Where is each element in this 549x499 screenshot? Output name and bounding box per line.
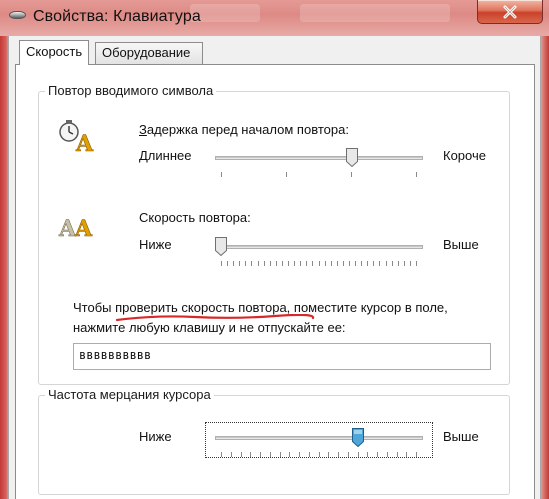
slider-tick bbox=[377, 452, 378, 457]
slider-tick bbox=[280, 452, 281, 457]
rate-max-label: Выше bbox=[443, 237, 479, 252]
slider-tick bbox=[231, 452, 232, 457]
blink-slider-ticks bbox=[221, 452, 417, 458]
test-hint-line2: нажмите любую клавишу и не отпускайте ее… bbox=[73, 320, 346, 335]
slider-tick bbox=[245, 261, 246, 266]
blink-slider-thumb[interactable] bbox=[352, 428, 365, 448]
clock-letter-icon: A bbox=[57, 118, 97, 157]
close-button[interactable] bbox=[477, 0, 543, 24]
slider-tick bbox=[406, 452, 407, 457]
slider-tick bbox=[319, 261, 320, 266]
slider-tick bbox=[299, 452, 300, 457]
title-bar: Свойства: Клавиатура bbox=[0, 0, 549, 36]
test-hint-line1: Чтобы проверить скорость повтора, помест… bbox=[73, 300, 448, 315]
slider-tick bbox=[270, 452, 271, 457]
slider-tick bbox=[282, 261, 283, 266]
slider-tick bbox=[397, 452, 398, 457]
slider-tick bbox=[241, 452, 242, 457]
slider-tick bbox=[379, 261, 380, 266]
rate-slider-track[interactable] bbox=[215, 245, 423, 249]
rate-label: Скорость повтора: bbox=[139, 210, 251, 225]
slider-tick bbox=[325, 261, 326, 266]
slider-tick bbox=[286, 172, 287, 177]
delay-label: Задержка перед началом повтора: bbox=[139, 122, 349, 137]
slider-tick bbox=[306, 261, 307, 266]
slider-tick bbox=[392, 261, 393, 266]
slider-tick bbox=[331, 261, 332, 266]
slider-tick bbox=[221, 261, 222, 266]
slider-tick bbox=[309, 452, 310, 457]
slider-tick bbox=[233, 261, 234, 266]
slider-tick bbox=[343, 261, 344, 266]
blink-slider-track[interactable] bbox=[215, 436, 423, 440]
window-title: Свойства: Клавиатура bbox=[33, 8, 201, 25]
slider-tick bbox=[373, 261, 374, 266]
slider-tick bbox=[227, 261, 228, 266]
tab-speed[interactable]: Скорость bbox=[19, 40, 90, 65]
slider-tick bbox=[221, 452, 222, 457]
slider-tick bbox=[300, 261, 301, 266]
slider-tick bbox=[361, 261, 362, 266]
slider-tick bbox=[398, 261, 399, 266]
slider-tick bbox=[367, 452, 368, 457]
slider-tick bbox=[337, 261, 338, 266]
slider-tick bbox=[355, 261, 356, 266]
rate-min-label: Ниже bbox=[139, 237, 172, 252]
svg-text:A: A bbox=[75, 131, 94, 154]
slider-tick bbox=[367, 261, 368, 266]
slider-tick bbox=[258, 261, 259, 266]
repeat-group-title: Повтор вводимого символа bbox=[45, 83, 217, 98]
slider-tick bbox=[338, 452, 339, 457]
slider-tick bbox=[410, 261, 411, 266]
slider-tick bbox=[404, 261, 405, 266]
keyboard-icon bbox=[9, 11, 26, 19]
slider-tick bbox=[270, 261, 271, 266]
delay-min-label: Длиннее bbox=[139, 148, 192, 163]
background-ghost bbox=[300, 4, 450, 22]
delay-slider-ticks bbox=[221, 172, 417, 178]
delay-label-text: адержка перед началом повтора: bbox=[146, 122, 349, 137]
delay-slider-thumb[interactable] bbox=[346, 148, 359, 168]
slider-tick bbox=[221, 172, 222, 177]
slider-tick bbox=[312, 261, 313, 266]
slider-tick bbox=[294, 261, 295, 266]
svg-text:A: A bbox=[74, 216, 93, 242]
rate-slider-ticks bbox=[221, 261, 417, 267]
slider-tick bbox=[386, 261, 387, 266]
slider-tick bbox=[358, 452, 359, 457]
slider-tick bbox=[387, 452, 388, 457]
slider-tick bbox=[250, 452, 251, 457]
blink-min-label: Ниже bbox=[139, 429, 172, 444]
tab-panel-speed: Повтор вводимого символа A Задержка пере… bbox=[15, 64, 535, 499]
slider-tick bbox=[251, 261, 252, 266]
close-icon bbox=[503, 5, 517, 18]
slider-tick bbox=[416, 261, 417, 266]
slider-tick bbox=[349, 261, 350, 266]
slider-tick bbox=[264, 261, 265, 266]
slider-tick bbox=[276, 261, 277, 266]
repeat-test-input[interactable]: вввввввввв bbox=[73, 343, 491, 370]
blink-max-label: Выше bbox=[443, 429, 479, 444]
rate-label-text: Скорость повтора: bbox=[139, 210, 251, 225]
slider-tick bbox=[348, 452, 349, 457]
slider-tick bbox=[239, 261, 240, 266]
blink-group-title: Частота мерцания курсора bbox=[45, 387, 214, 402]
delay-slider-track[interactable] bbox=[215, 156, 423, 160]
slider-tick bbox=[319, 452, 320, 457]
slider-tick bbox=[289, 452, 290, 457]
delay-max-label: Короче bbox=[443, 148, 486, 163]
repeat-group: Повтор вводимого символа A Задержка пере… bbox=[38, 83, 510, 385]
double-letter-icon: A A bbox=[57, 206, 101, 243]
slider-tick bbox=[416, 452, 417, 457]
slider-tick bbox=[260, 452, 261, 457]
slider-tick bbox=[328, 452, 329, 457]
tab-hardware[interactable]: Оборудование bbox=[95, 42, 203, 64]
slider-tick bbox=[416, 172, 417, 177]
rate-slider-thumb[interactable] bbox=[215, 237, 227, 257]
dialog-client: Скорость Оборудование Повтор вводимого с… bbox=[8, 36, 541, 499]
slider-tick bbox=[288, 261, 289, 266]
blink-group: Частота мерцания курсора Ниже Выше bbox=[38, 387, 510, 495]
slider-tick bbox=[351, 172, 352, 177]
